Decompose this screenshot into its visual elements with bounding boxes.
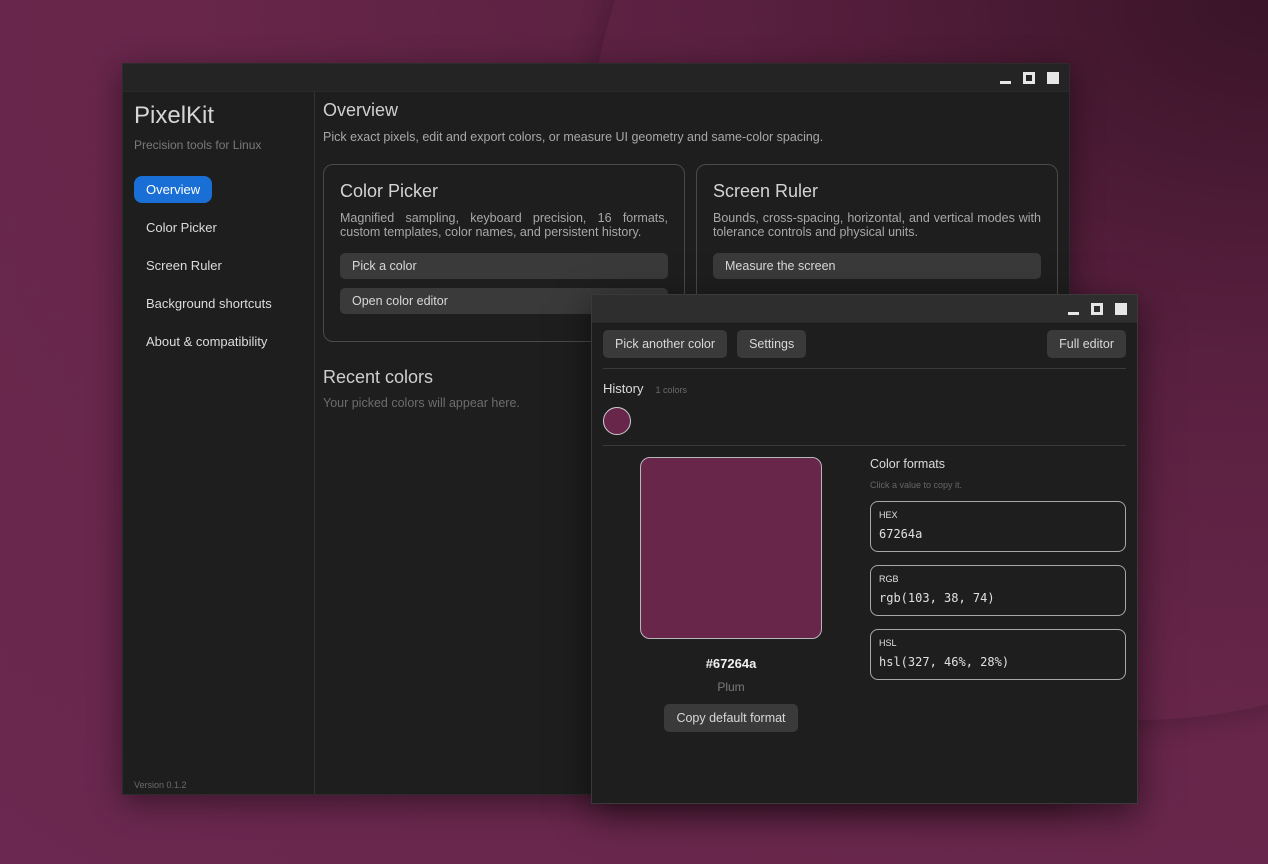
picker-titlebar[interactable] [592,295,1137,323]
copy-default-format-button[interactable]: Copy default format [664,704,798,732]
format-rgb[interactable]: RGB rgb(103, 38, 74) [870,565,1126,616]
settings-button[interactable]: Settings [737,330,807,358]
sidebar-item-about[interactable]: About & compatibility [134,328,279,355]
color-name: Plum [717,680,745,694]
maximize-icon[interactable] [1023,71,1035,84]
format-value: 67264a [879,527,923,541]
page-description: Pick exact pixels, edit and export color… [323,130,824,144]
measure-screen-button[interactable]: Measure the screen [713,253,1041,279]
close-icon[interactable] [1047,71,1059,84]
format-hex[interactable]: HEX 67264a [870,501,1126,552]
full-editor-button[interactable]: Full editor [1047,330,1126,358]
format-key: RGB [879,574,899,584]
hex-label: #67264a [705,656,757,671]
card-title: Screen Ruler [713,181,819,201]
card-title: Color Picker [340,181,439,201]
sidebar-item-background-shortcuts[interactable]: Background shortcuts [134,290,284,317]
card-description: Bounds, cross-spacing, horizontal, and v… [713,211,1041,239]
close-icon[interactable] [1115,302,1127,315]
minimize-icon[interactable] [999,72,1011,84]
format-key: HEX [879,510,898,520]
page-title: Overview [323,100,399,120]
history-count: 1 colors [655,385,687,395]
version-label: Version 0.1.2 [134,780,187,790]
format-key: HSL [879,638,897,648]
formats-hint: Click a value to copy it. [870,480,963,490]
maximize-icon[interactable] [1091,302,1103,315]
sidebar-item-overview[interactable]: Overview [134,176,213,203]
color-preview [640,457,822,639]
main-titlebar[interactable] [123,64,1069,92]
minimize-icon[interactable] [1067,303,1079,315]
app-title: PixelKit [134,102,215,129]
card-description: Magnified sampling, keyboard precision, … [340,211,668,239]
format-hsl[interactable]: HSL hsl(327, 46%, 28%) [870,629,1126,680]
history-swatch[interactable] [603,407,631,435]
sidebar: PixelKit Precision tools for Linux Overv… [123,92,315,794]
app-subtitle: Precision tools for Linux [134,138,262,152]
formats-title: Color formats [870,457,946,471]
sidebar-nav: Overview Color Picker Screen Ruler Backg… [134,176,303,355]
format-value: rgb(103, 38, 74) [879,591,995,605]
format-value: hsl(327, 46%, 28%) [879,655,1010,669]
history-title: History [603,381,644,396]
sidebar-item-screen-ruler[interactable]: Screen Ruler [134,252,234,279]
picker-window: Pick another color Settings Full editor … [591,294,1138,804]
pick-color-button[interactable]: Pick a color [340,253,668,279]
color-formats: Color formats Click a value to copy it. … [870,457,1126,732]
pick-another-color-button[interactable]: Pick another color [603,330,728,358]
sidebar-item-color-picker[interactable]: Color Picker [134,214,229,241]
